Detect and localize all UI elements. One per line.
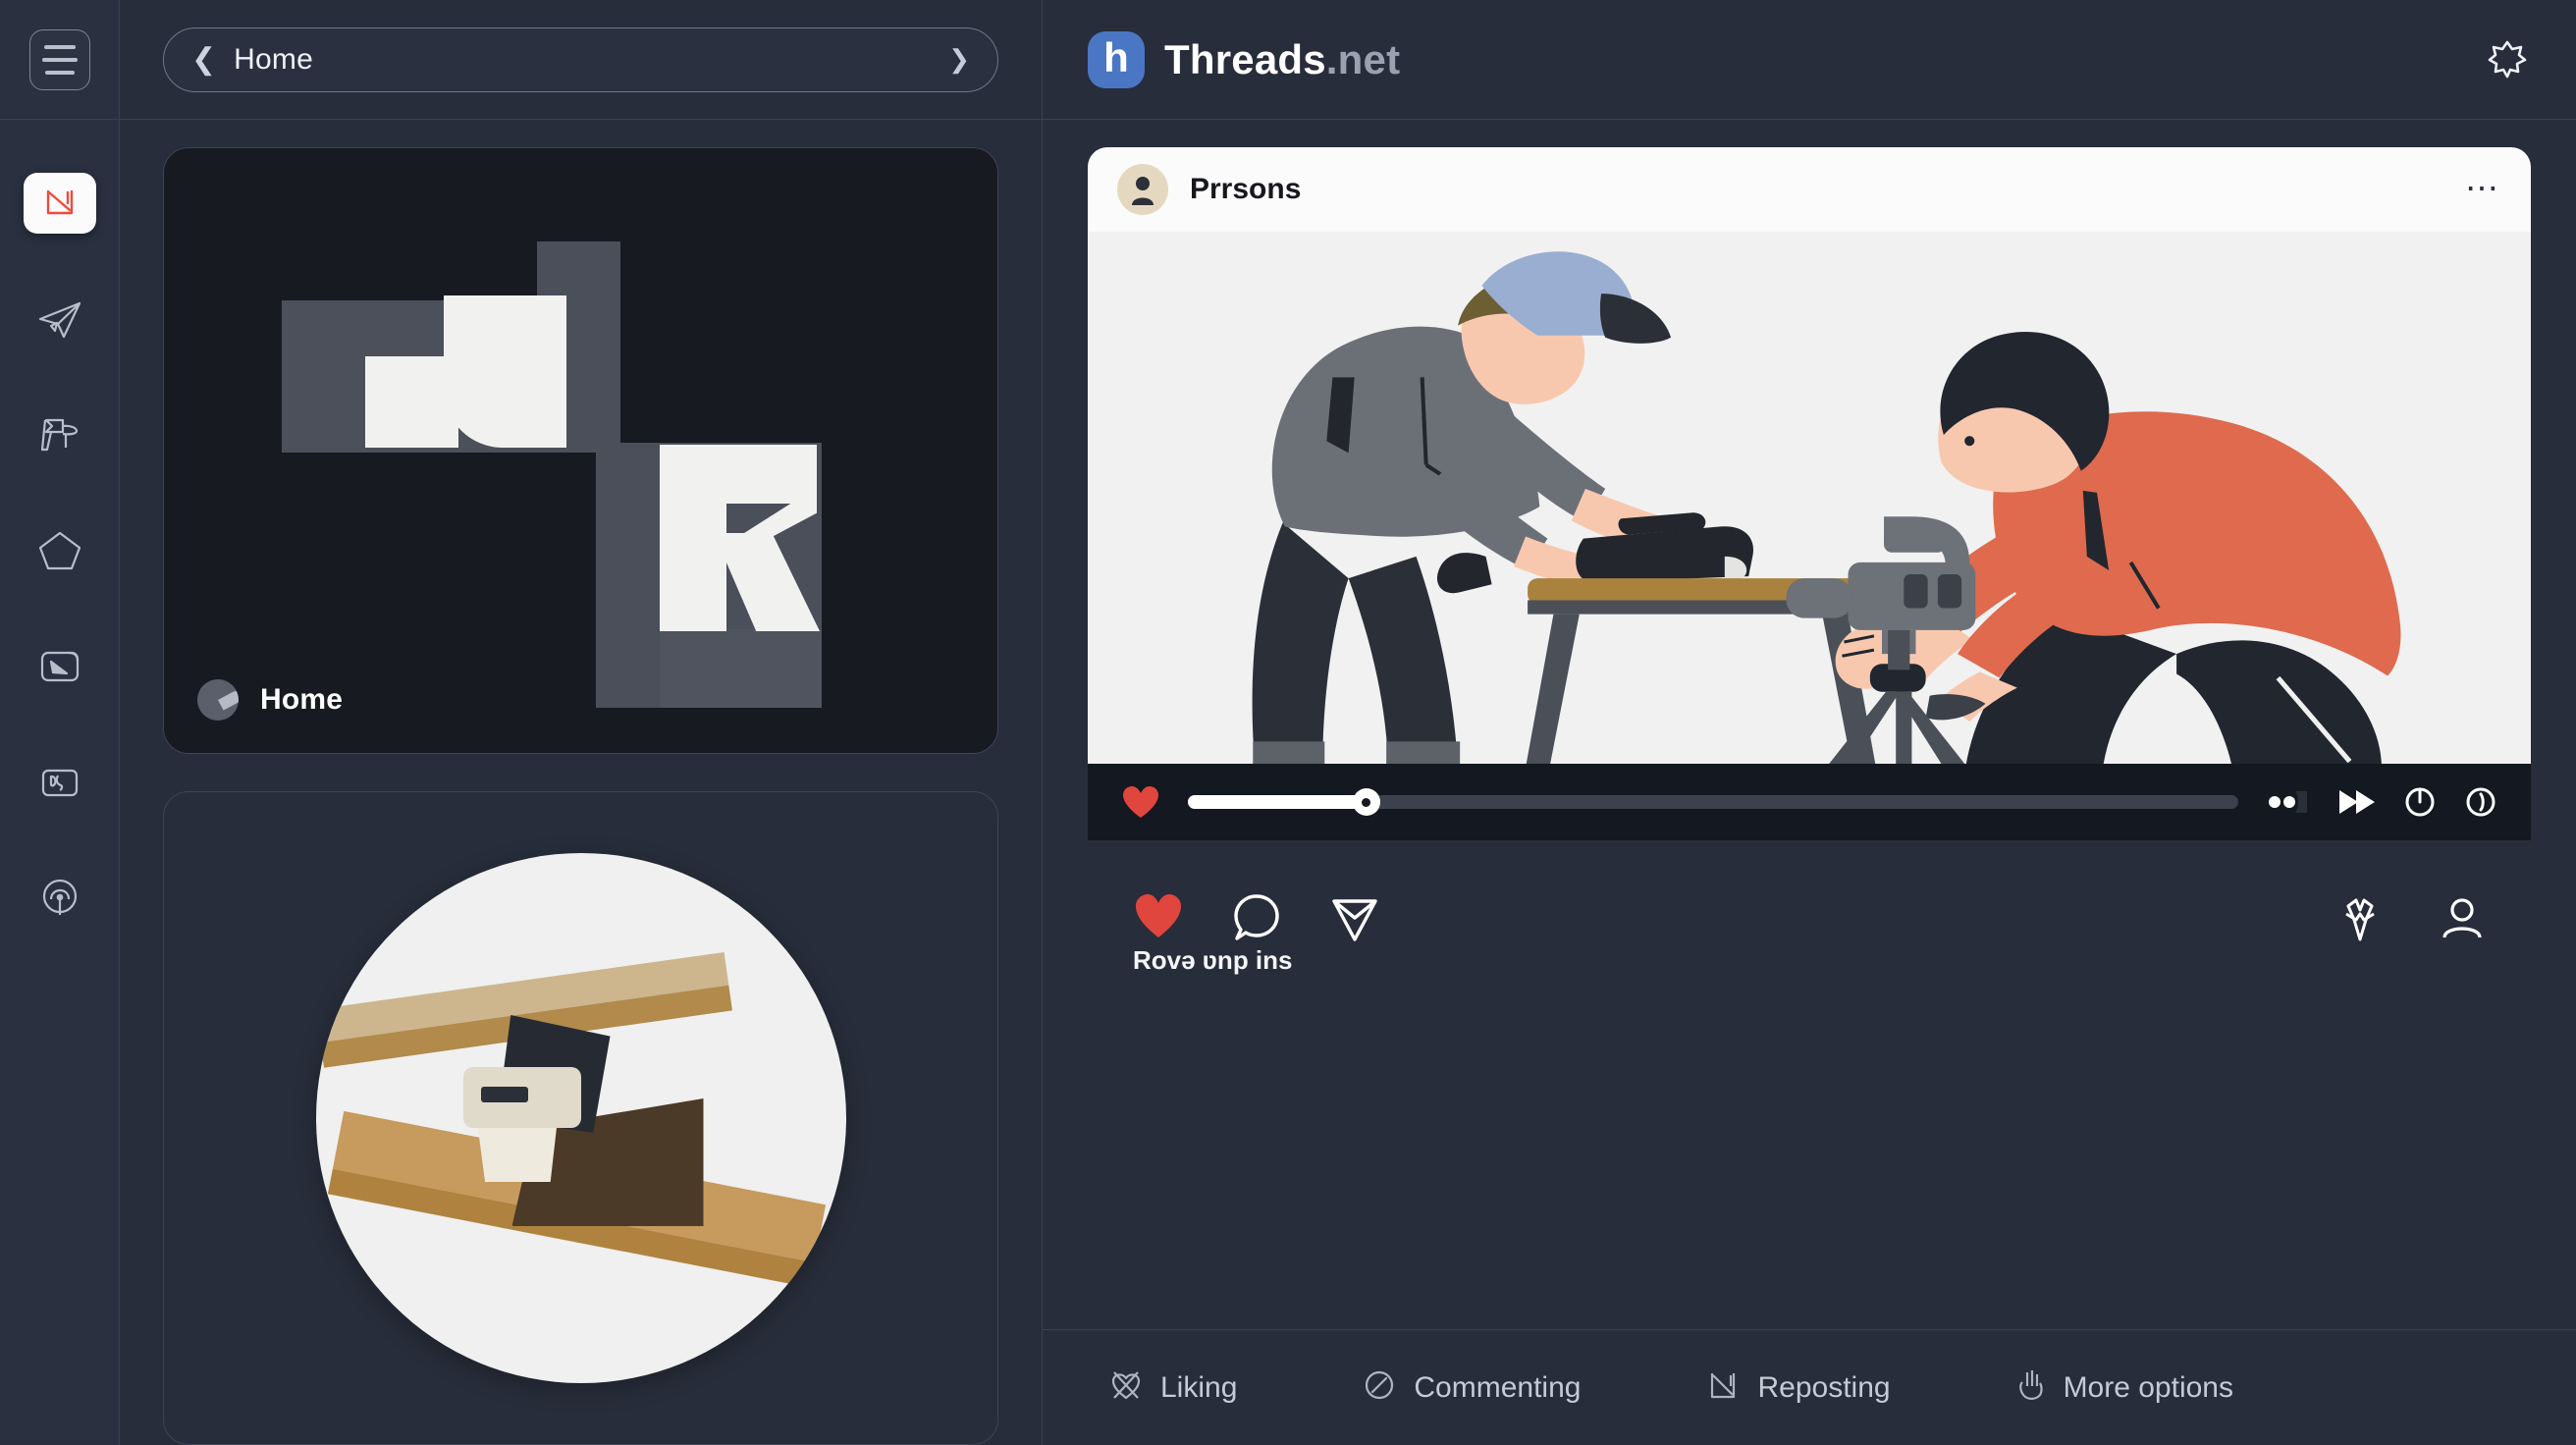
share-button[interactable] — [1329, 892, 1380, 943]
brand-name: Threads — [1164, 35, 1326, 82]
comment-button[interactable] — [1231, 892, 1282, 943]
repost-bracket-icon — [1706, 1368, 1740, 1407]
likes-caption: Rovə ʋnp ins — [1133, 945, 1293, 975]
paper-plane-icon — [33, 293, 86, 346]
chevron-down-icon[interactable]: ❯ — [948, 44, 970, 75]
bottombar-label: Commenting — [1414, 1370, 1582, 1404]
bottombar-item-liking[interactable]: Liking — [1109, 1368, 1237, 1407]
profile-card-icon — [33, 756, 86, 809]
library-card-home-label: Home — [260, 683, 344, 716]
power-icon[interactable] — [2403, 785, 2437, 819]
like-outline-icon — [1109, 1368, 1143, 1407]
status-bottom-bar: Liking Commenting Reposting More options — [1043, 1329, 2576, 1445]
rail-item-profile[interactable] — [15, 724, 105, 840]
app-window: ❮ Home ❯ Home h Threads.net Prrsons ⋯ Ro… — [0, 0, 2576, 1445]
gear-icon[interactable] — [2484, 33, 2531, 85]
rail-item-media[interactable] — [15, 609, 105, 724]
rail-item-shapes[interactable] — [15, 493, 105, 609]
app-logo-icon — [40, 184, 80, 223]
rail-item-library[interactable] — [15, 145, 105, 261]
library-card-tool[interactable] — [163, 791, 998, 1445]
hamburger-line — [44, 70, 75, 75]
art-shape-white-1 — [444, 295, 566, 448]
library-body: Home — [120, 120, 1042, 1445]
post-actions-right — [2336, 894, 2486, 941]
brand-title: Threads.net — [1164, 36, 1400, 83]
rail-item-flag[interactable] — [15, 377, 105, 493]
post-header: Prrsons ⋯ — [1088, 147, 2531, 232]
bottombar-item-reposting[interactable]: Reposting — [1706, 1368, 1891, 1407]
library-card-home[interactable]: Home — [163, 147, 998, 754]
post-author[interactable]: Prrsons — [1190, 173, 1301, 206]
post-media[interactable] — [1088, 232, 2531, 764]
library-header: ❮ Home ❯ — [120, 0, 1042, 120]
rail-item-send[interactable] — [15, 261, 105, 377]
carpenter-videographer-illustration — [1088, 232, 2531, 764]
app-header: h Threads.net — [1043, 0, 2576, 120]
pentagon-icon — [33, 524, 86, 577]
post-actions-left — [1133, 892, 1380, 943]
gauge-icon — [33, 872, 86, 925]
abstract-letterform-art — [164, 148, 997, 708]
comment-circle-icon — [1363, 1368, 1396, 1407]
video-player-controls — [1088, 764, 2531, 840]
feed: Prrsons ⋯ Rovə ʋnp ins — [1043, 120, 2576, 1329]
like-button[interactable] — [1133, 892, 1184, 939]
hamburger-line — [41, 57, 78, 62]
library-panel: ❮ Home ❯ Home — [120, 0, 1043, 1445]
post-card: Prrsons ⋯ — [1088, 147, 2531, 840]
image-card-icon — [33, 640, 86, 693]
library-card-home-footer: Home — [164, 659, 997, 753]
progress-fill — [1188, 795, 1367, 809]
fast-forward-icon[interactable] — [2336, 787, 2376, 817]
repost-button[interactable] — [2336, 894, 2384, 941]
bottombar-label: Reposting — [1757, 1370, 1891, 1404]
progress-knob[interactable] — [1352, 788, 1380, 816]
flag-icon — [33, 408, 86, 461]
rail-header — [0, 0, 119, 120]
video-progress-slider[interactable] — [1188, 788, 2238, 816]
bottombar-item-more-options[interactable]: More options — [2016, 1368, 2233, 1407]
post-actions: Rovə ʋnp ins — [1088, 840, 2531, 988]
art-shape-gray-4 — [660, 629, 822, 708]
brand: h Threads.net — [1088, 30, 1400, 88]
art-shape-white-2 — [365, 356, 458, 448]
brand-tld: .net — [1325, 35, 1401, 82]
app-logo-tile — [23, 173, 96, 234]
rail-item-dashboard[interactable] — [15, 840, 105, 956]
more-horizontal-icon[interactable]: ⋯ — [2465, 173, 2501, 205]
art-shape-k-top — [714, 445, 817, 504]
hand-plane-illustration — [315, 853, 846, 1383]
threads-logo-icon: h — [1088, 30, 1145, 88]
more-options-hand-icon — [2016, 1368, 2046, 1407]
main-panel: h Threads.net Prrsons ⋯ Rovə ʋnp ins Lik… — [1043, 0, 2576, 1445]
chevron-left-icon[interactable]: ❮ — [191, 44, 216, 75]
plane-knob — [462, 1067, 581, 1128]
left-icon-rail — [0, 0, 120, 1445]
breadcrumb-title: Home — [234, 42, 313, 76]
person-icon[interactable] — [2439, 894, 2486, 941]
bottombar-item-commenting[interactable]: Commenting — [1363, 1368, 1581, 1407]
bottombar-label: Liking — [1160, 1370, 1238, 1404]
heart-filled-icon[interactable] — [1121, 784, 1160, 820]
pie-slice-icon — [197, 679, 239, 721]
user-avatar-icon[interactable] — [1117, 164, 1168, 215]
rail-items — [0, 120, 119, 956]
breadcrumb-dropdown[interactable]: ❮ Home ❯ — [163, 27, 998, 92]
volume-icon[interactable] — [2266, 787, 2309, 817]
hamburger-line — [43, 44, 76, 49]
info-circle-icon[interactable] — [2464, 785, 2497, 819]
bottombar-label: More options — [2063, 1370, 2233, 1404]
hamburger-menu-button[interactable] — [28, 28, 90, 90]
